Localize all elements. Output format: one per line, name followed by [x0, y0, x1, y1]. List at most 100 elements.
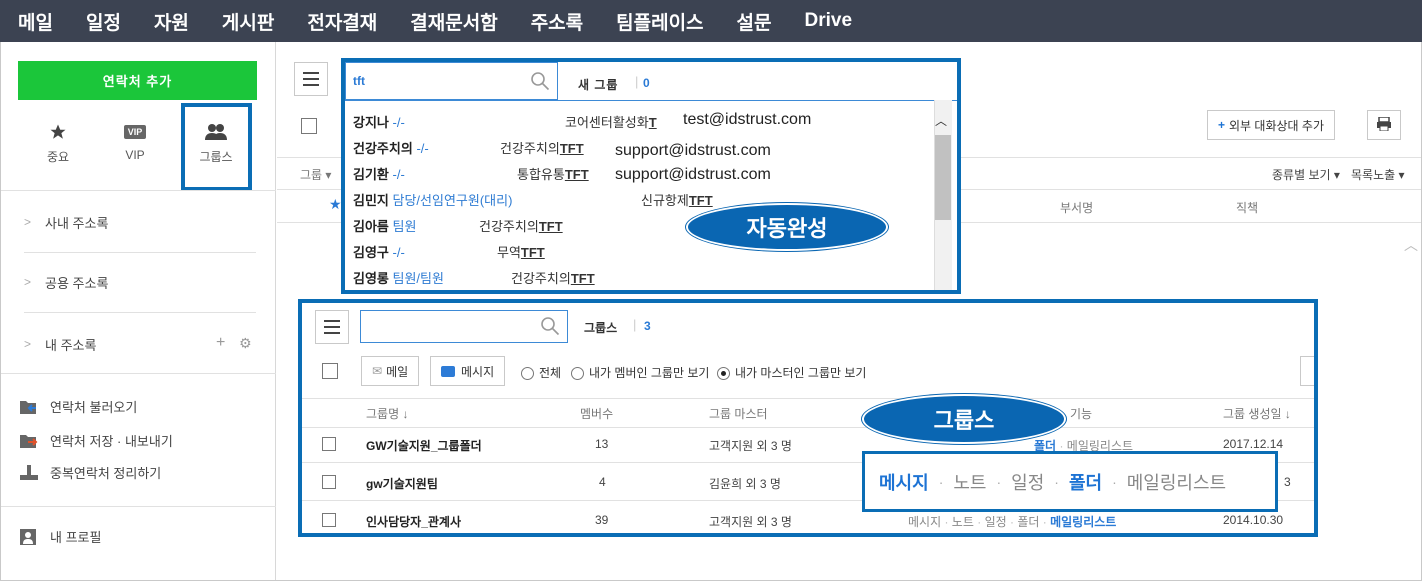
search-icon[interactable]: [530, 71, 550, 94]
autocomplete-row[interactable]: 김기환 -/-: [353, 164, 405, 190]
select-all-checkbox[interactable]: [301, 118, 317, 134]
add-contact-button[interactable]: 연락처 추가: [18, 61, 257, 100]
message-button[interactable]: 메시지: [430, 356, 506, 386]
vip-icon: VIP: [95, 122, 175, 142]
toolbar-overflow[interactable]: [1300, 356, 1314, 386]
view-by-type-dropdown[interactable]: 종류별 보기 ▾: [1272, 166, 1340, 183]
autocomplete-callout: 자동완성: [686, 203, 888, 251]
list-exposure-dropdown[interactable]: 목록노출 ▾: [1351, 166, 1405, 183]
zoom-feature-folder: 폴더: [1068, 472, 1103, 493]
feature-calendar[interactable]: 일정: [985, 515, 1007, 529]
sidebar-divider: [1, 373, 276, 374]
chevron-up-icon[interactable]: ︿: [1404, 235, 1418, 255]
col-created[interactable]: 그룹 생성일 ↓: [1223, 405, 1291, 422]
autocomplete-dept: 무역TFT: [497, 245, 545, 260]
group-created: 2017.12.14: [1223, 437, 1284, 451]
chevron-right-icon: >: [24, 275, 32, 289]
group-name[interactable]: gw기술지원팀: [366, 475, 438, 492]
mail-button[interactable]: ✉ 메일: [361, 356, 420, 386]
autocomplete-row[interactable]: 강지나 -/-: [353, 112, 405, 138]
row-checkbox[interactable]: [322, 513, 336, 527]
search-input[interactable]: tft: [345, 62, 558, 100]
sidebar-item-shared[interactable]: > 공용 주소록: [24, 272, 108, 292]
feature-note[interactable]: 노트: [952, 515, 974, 529]
nav-resources[interactable]: 자원: [154, 8, 189, 35]
groups-select-all-checkbox[interactable]: [322, 363, 338, 379]
my-profile[interactable]: 내 프로필: [20, 526, 101, 546]
print-button[interactable]: [1367, 110, 1401, 140]
radio-icon: [571, 367, 584, 381]
new-group-count: 0: [643, 76, 650, 90]
zoom-feature-mailinglist: 메일링리스트: [1126, 472, 1227, 493]
profile-icon: [20, 528, 38, 545]
nav-address-book[interactable]: 주소록: [531, 8, 583, 35]
export-icon: [20, 433, 38, 448]
new-group-label: 새 그룹: [578, 78, 619, 92]
group-dropdown[interactable]: 그룹 ▾: [300, 166, 331, 183]
nav-approval[interactable]: 전자결재: [307, 8, 377, 35]
dedupe-contacts[interactable]: 중복연락처 정리하기: [20, 462, 161, 482]
row-checkbox[interactable]: [322, 437, 336, 451]
group-master: 고객지원 외 3 명: [709, 515, 792, 529]
col-group-name[interactable]: 그룹명 ↓: [366, 405, 408, 422]
row-checkbox[interactable]: [322, 475, 336, 489]
add-icon[interactable]: +: [216, 334, 225, 352]
export-contacts[interactable]: 연락처 저장 · 내보내기: [20, 430, 173, 450]
import-contacts[interactable]: 연락처 불러오기: [20, 396, 137, 416]
tool-label: 연락처 불러오기: [50, 399, 138, 415]
sidebar-item-mine[interactable]: > 내 주소록: [24, 334, 96, 354]
radio-icon: [521, 367, 534, 381]
zoom-feature-calendar: 일정: [1011, 472, 1045, 493]
sidebar-divider: [24, 312, 256, 313]
col-features: 기능: [1070, 407, 1093, 421]
feature-folder[interactable]: 폴더: [1017, 515, 1039, 529]
menu-button[interactable]: [294, 62, 328, 96]
gear-icon[interactable]: ⚙: [239, 335, 252, 352]
nav-calendar[interactable]: 일정: [86, 8, 121, 35]
group-name[interactable]: GW기술지원_그룹폴더: [366, 437, 482, 454]
tool-label: 연락처 저장 · 내보내기: [50, 433, 173, 449]
nav-mail[interactable]: 메일: [18, 8, 53, 35]
nav-survey[interactable]: 설문: [737, 8, 772, 35]
scroll-up-icon[interactable]: ︿: [935, 112, 947, 129]
autocomplete-email: test@idstrust.com: [683, 111, 812, 128]
groups-search-input[interactable]: [360, 310, 568, 343]
quick-vip[interactable]: VIP VIP: [95, 122, 175, 162]
group-name[interactable]: 인사담당자_관계사: [366, 513, 461, 530]
autocomplete-row[interactable]: 김민지 담당/선임연구원(대리): [353, 190, 512, 216]
autocomplete-row[interactable]: 건강주치의 -/-: [353, 138, 429, 164]
filter-member[interactable]: 내가 멤버인 그룹만 보기: [571, 364, 709, 381]
scrollbar-thumb[interactable]: [935, 135, 951, 220]
nav-approval-docs[interactable]: 결재문서함: [410, 8, 497, 35]
sidebar-item-company[interactable]: > 사내 주소록: [24, 212, 108, 232]
quick-important[interactable]: 중요: [18, 122, 98, 165]
filter-all[interactable]: 전체: [521, 364, 561, 381]
group-created: 2014.10.30: [1223, 513, 1284, 527]
divider: [345, 100, 957, 101]
filter-master[interactable]: 내가 마스터인 그룹만 보기: [717, 364, 866, 381]
mail-icon: ✉: [372, 364, 383, 378]
radio-selected-icon: [717, 367, 730, 381]
search-icon[interactable]: [540, 316, 560, 339]
group-features: 메시지 · 노트 · 일정 · 폴더 · 메일링리스트: [908, 515, 1117, 529]
star-icon: [18, 122, 98, 142]
autocomplete-row[interactable]: 김아름 팀원: [353, 216, 416, 242]
top-navigation: 메일 일정 자원 게시판 전자결재 결재문서함 주소록 팀플레이스 설문 Dri…: [0, 0, 1422, 42]
message-button-label: 메시지: [461, 364, 495, 379]
nav-drive[interactable]: Drive: [805, 10, 853, 32]
star-icon: ★: [329, 196, 342, 212]
autocomplete-dept: 신규항제TFT: [641, 193, 713, 208]
autocomplete-row[interactable]: 김영구 -/-: [353, 242, 405, 268]
zoom-feature-note: 노트: [953, 472, 987, 493]
groups-menu-button[interactable]: [315, 310, 349, 344]
feature-mailinglist[interactable]: 메일링리스트: [1050, 515, 1116, 529]
groups-title: 그룹스: [584, 321, 618, 335]
quick-groups[interactable]: 그룹스: [176, 122, 256, 165]
add-external-button[interactable]: + 외부 대화상대 추가: [1207, 110, 1336, 140]
autocomplete-row[interactable]: 김영롱 팀원/팀원: [353, 268, 444, 290]
nav-team-place[interactable]: 팀플레이스: [616, 8, 703, 35]
feature-message[interactable]: 메시지: [908, 515, 941, 529]
sidebar-item-label: 공용 주소록: [45, 275, 109, 291]
import-icon: [20, 399, 38, 414]
nav-board[interactable]: 게시판: [222, 8, 274, 35]
